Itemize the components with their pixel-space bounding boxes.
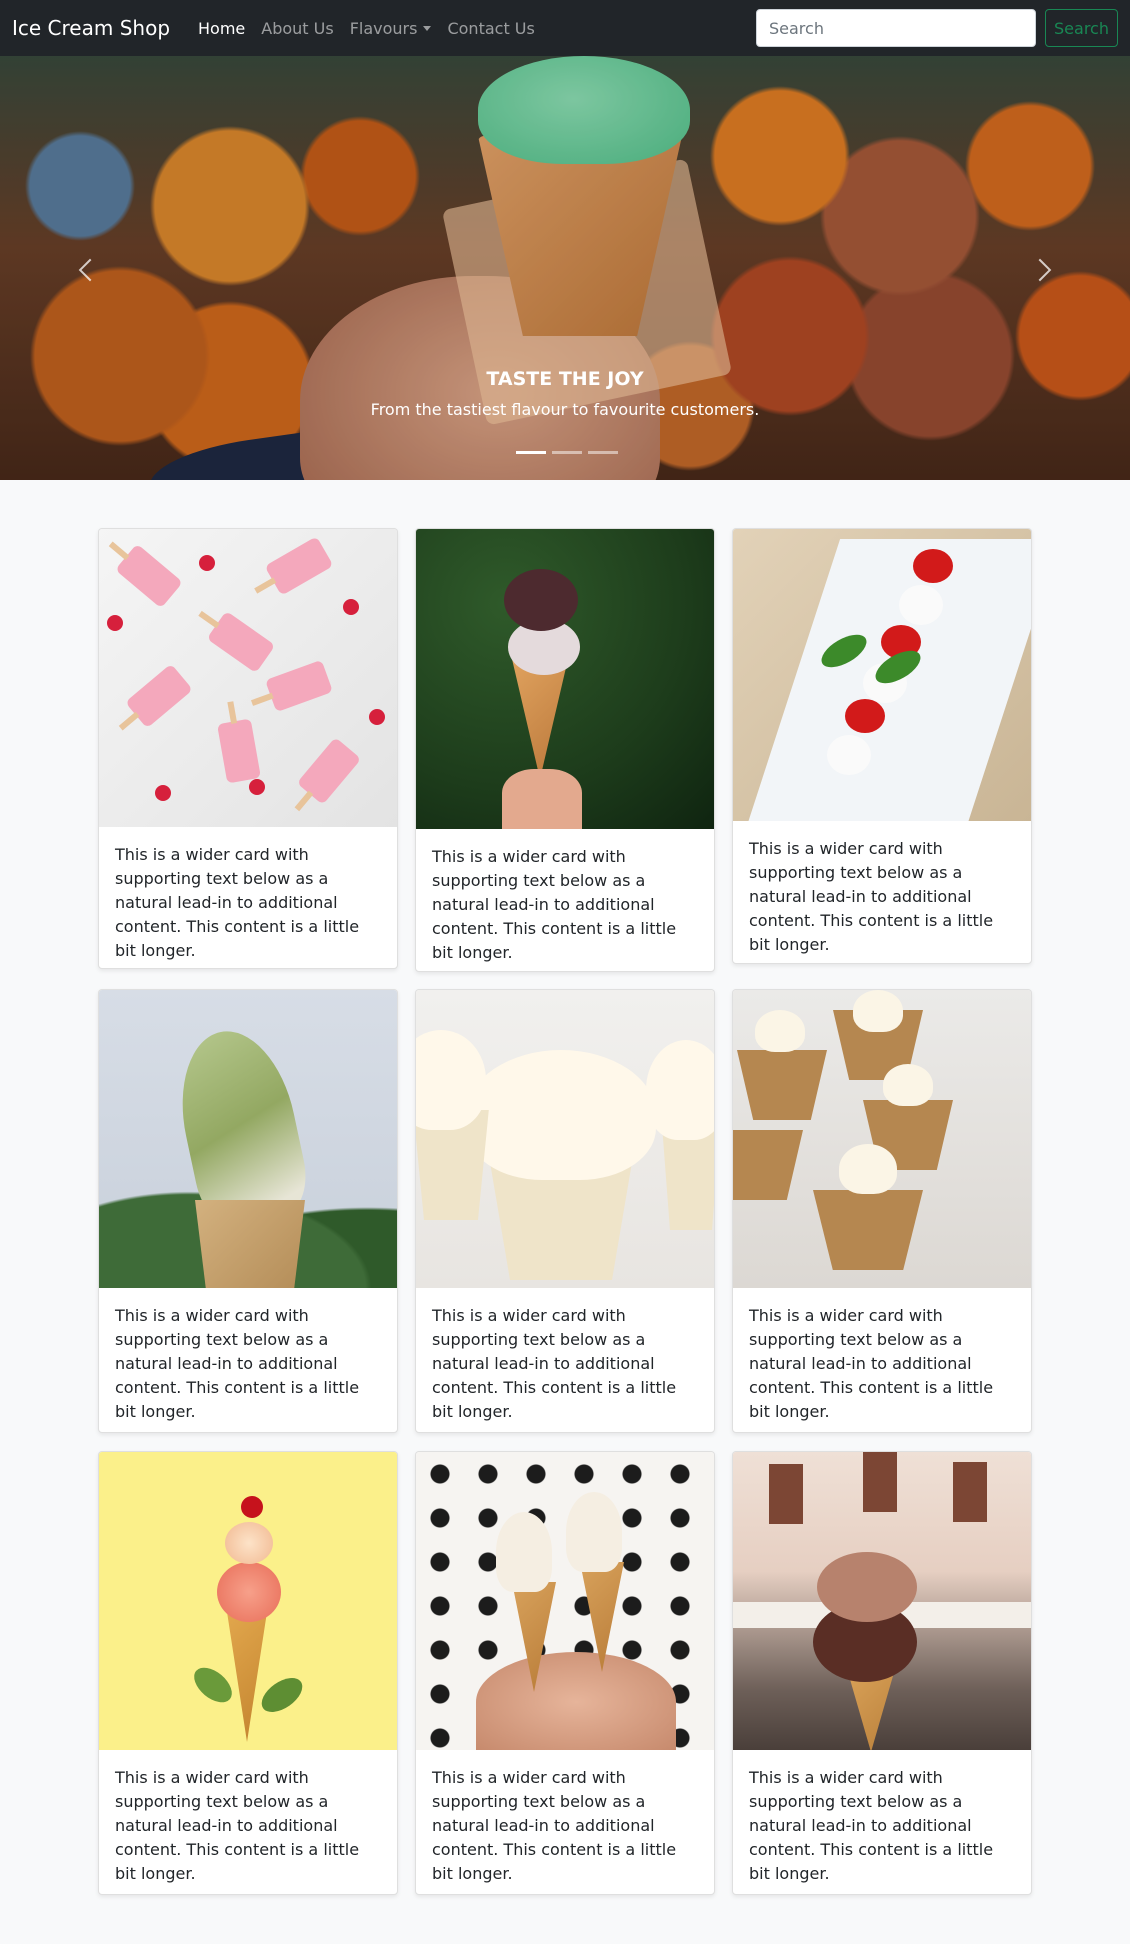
carousel-indicator-1[interactable]	[516, 451, 546, 454]
card-gelato-street: This is a wider card with supporting tex…	[732, 1451, 1032, 1895]
brand-logo[interactable]: Ice Cream Shop	[12, 16, 170, 40]
card-text: This is a wider card with supporting tex…	[432, 1768, 677, 1883]
card-image-tarts	[733, 990, 1031, 1288]
nav-link-about-us[interactable]: About Us	[253, 19, 341, 38]
card-caprese: This is a wider card with supporting tex…	[732, 528, 1032, 964]
card-image-matcha-softserve	[99, 990, 397, 1288]
search-form: Search	[756, 9, 1118, 47]
card-image-chocolate-cone	[416, 529, 714, 829]
carousel-caption-title: TASTE THE JOY	[486, 368, 644, 390]
navbar: Ice Cream Shop Home About Us Flavours Co…	[0, 0, 1130, 56]
carousel-caption-text: From the tastiest flavour to favourite c…	[370, 400, 760, 419]
chevron-right-icon	[1028, 258, 1052, 282]
card-image-cupcakes	[416, 990, 714, 1288]
card-image-popsicles	[99, 529, 397, 827]
card-image-caprese	[733, 529, 1031, 821]
card-image-flower-cone	[99, 1452, 397, 1750]
caret-down-icon	[423, 25, 432, 31]
nav-link-flavours-label: Flavours	[349, 18, 418, 38]
card-text: This is a wider card with supporting tex…	[749, 1306, 994, 1421]
card-text: This is a wider card with supporting tex…	[115, 1306, 360, 1421]
card-text: This is a wider card with supporting tex…	[432, 847, 677, 962]
nav-link-flavours-dropdown[interactable]: Flavours	[342, 19, 440, 38]
card-tarts: This is a wider card with supporting tex…	[732, 989, 1032, 1433]
card-text: This is a wider card with supporting tex…	[749, 839, 994, 954]
card-text: This is a wider card with supporting tex…	[749, 1768, 994, 1883]
card-flower-cone: This is a wider card with supporting tex…	[98, 1451, 398, 1895]
carousel-indicator-2[interactable]	[552, 451, 582, 454]
carousel-caption: TASTE THE JOY From the tastiest flavour …	[0, 368, 1130, 419]
card-text: This is a wider card with supporting tex…	[432, 1306, 677, 1421]
card-image-gelato-street	[733, 1452, 1031, 1750]
card-popsicles: This is a wider card with supporting tex…	[98, 528, 398, 969]
carousel-next-button[interactable]	[1028, 252, 1058, 288]
card-matcha-softserve: This is a wider card with supporting tex…	[98, 989, 398, 1433]
carousel-indicators	[513, 451, 621, 454]
card-chocolate-cone: This is a wider card with supporting tex…	[415, 528, 715, 972]
search-button[interactable]: Search	[1045, 9, 1118, 47]
card-text: This is a wider card with supporting tex…	[115, 1768, 360, 1883]
chevron-left-icon	[78, 258, 102, 282]
nav-link-home[interactable]: Home	[190, 19, 253, 38]
carousel-prev-button[interactable]	[72, 252, 102, 288]
card-text: This is a wider card with supporting tex…	[115, 845, 360, 960]
card-image-twin-cones	[416, 1452, 714, 1750]
carousel-indicator-3[interactable]	[588, 451, 618, 454]
card-cupcakes: This is a wider card with supporting tex…	[415, 989, 715, 1433]
nav-link-contact-us[interactable]: Contact Us	[439, 19, 542, 38]
nav-links: Home About Us Flavours Contact Us	[190, 19, 543, 38]
search-input[interactable]	[756, 9, 1036, 47]
hero-carousel: TASTE THE JOY From the tastiest flavour …	[0, 56, 1130, 480]
card-twin-cones: This is a wider card with supporting tex…	[415, 1451, 715, 1895]
